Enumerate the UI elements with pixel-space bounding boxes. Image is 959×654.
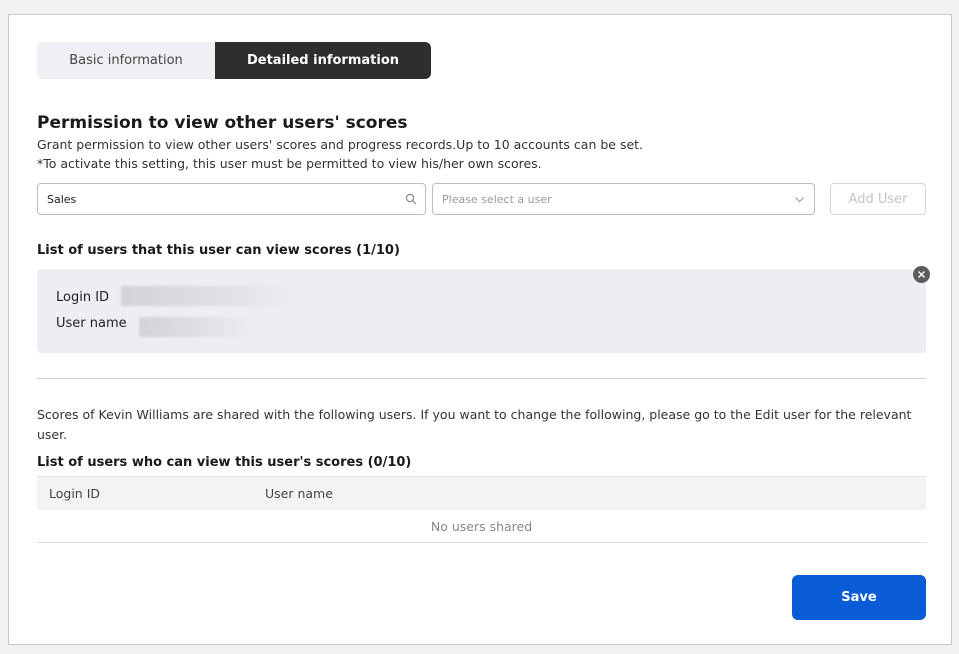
search-icon[interactable] [405,193,417,205]
user-select-placeholder: Please select a user [442,193,552,206]
add-user-button[interactable]: Add User [830,183,926,215]
save-button[interactable]: Save [792,575,926,620]
section-note: *To activate this setting, this user mus… [37,156,542,171]
shared-users-table-header: Login ID User name [37,476,926,510]
section-title: Permission to view other users' scores [37,113,408,133]
login-id-label: Login ID [56,290,110,305]
column-header-user-name: User name [265,486,333,501]
user-name-label: User name [56,316,127,331]
tab-basic-information[interactable]: Basic information [37,42,215,79]
user-select-dropdown[interactable]: Please select a user [432,183,815,215]
tab-detailed-information[interactable]: Detailed information [215,42,431,79]
user-name-value-redacted [139,317,248,337]
tab-bar: Basic information Detailed information [37,42,431,79]
remove-user-button[interactable] [913,266,930,283]
close-icon [918,271,925,278]
group-search-input[interactable] [47,184,397,214]
shared-users-title: List of users who can view this user's s… [37,455,412,470]
detail-panel: Basic information Detailed information P… [8,14,952,645]
shared-users-empty-row: No users shared [37,510,926,543]
login-id-value-redacted [121,286,291,306]
shared-note: Scores of Kevin Williams are shared with… [37,407,912,442]
chevron-down-icon [795,197,804,203]
column-header-login-id: Login ID [49,486,101,501]
group-search-field [37,183,426,215]
viewable-user-card: Login ID User name [37,269,926,353]
viewable-users-title: List of users that this user can view sc… [37,243,400,258]
section-description: Grant permission to view other users' sc… [37,137,644,152]
section-divider [37,378,926,379]
